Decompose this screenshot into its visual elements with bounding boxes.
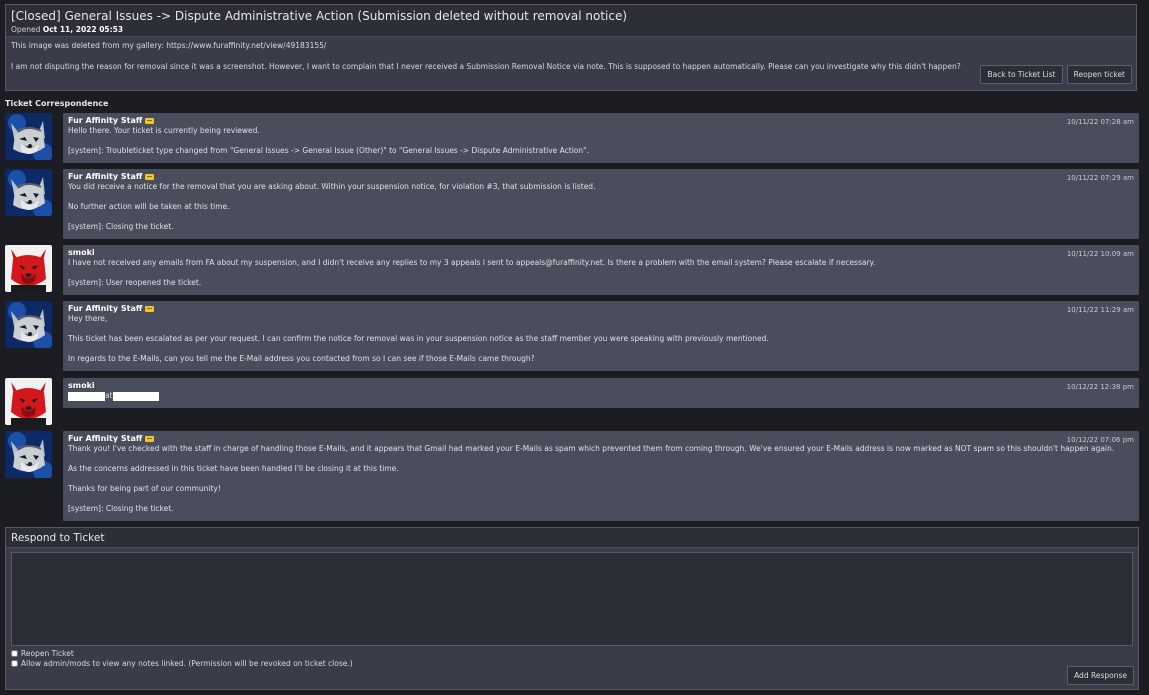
allow-notes-option[interactable]: Allow admin/mods to view any notes linke…	[11, 659, 353, 668]
message-line: As the concerns addressed in this ticket…	[68, 464, 399, 473]
correspondence-heading: Ticket Correspondence	[5, 99, 109, 108]
staff-badge-icon	[145, 306, 155, 312]
author-name[interactable]: Fur Affinity Staff	[68, 434, 142, 444]
message-date: 10/11/22 07:28 am	[1066, 118, 1134, 126]
back-to-ticket-list-button[interactable]: Back to Ticket List	[980, 65, 1063, 84]
message-date: 10/12/22 12:38 pm	[1066, 383, 1134, 391]
message-date: 10/12/22 07:06 pm	[1066, 436, 1134, 444]
message-line: [system]: Closing the ticket.	[68, 222, 174, 231]
allow-notes-label: Allow admin/mods to view any notes linke…	[21, 659, 353, 668]
reopen-ticket-option[interactable]: Reopen Ticket	[11, 649, 74, 658]
ticket-title-bar: [Closed] General Issues -> Dispute Admin…	[6, 5, 1136, 37]
response-textarea[interactable]	[11, 552, 1133, 646]
message-author: Fur Affinity Staff	[68, 434, 1134, 444]
author-name[interactable]: Fur Affinity Staff	[68, 304, 142, 314]
message-author: Fur Affinity Staff	[68, 172, 1134, 182]
message-card: Fur Affinity Staff 10/11/22 11:29 am Hey…	[63, 301, 1139, 371]
message-line: Hello there. Your ticket is currently be…	[68, 126, 260, 135]
message-author: smoki	[68, 381, 1134, 391]
message-date: 10/11/22 07:29 am	[1066, 174, 1134, 182]
add-response-button[interactable]: Add Response	[1067, 666, 1134, 685]
message-author: Fur Affinity Staff	[68, 304, 1134, 314]
ticket-body-line: This image was deleted from my gallery: …	[11, 41, 327, 50]
ticket-header: [Closed] General Issues -> Dispute Admin…	[5, 4, 1137, 91]
message-line: at	[68, 391, 1134, 401]
opened-date: Oct 11, 2022 05:53	[42, 25, 124, 34]
message-line: [system]: Closing the ticket.	[68, 504, 174, 513]
author-name[interactable]: Fur Affinity Staff	[68, 172, 142, 182]
message-line: You did receive a notice for the removal…	[68, 182, 596, 191]
correspondence-entry: Fur Affinity Staff 10/11/22 07:29 am You…	[5, 169, 1139, 239]
correspondence-entry: smoki 10/11/22 10:09 am I have not recei…	[5, 245, 1139, 295]
redacted-separator: at	[105, 391, 113, 400]
correspondence-entry: Fur Affinity Staff 10/11/22 11:29 am Hey…	[5, 301, 1139, 371]
allow-notes-checkbox[interactable]	[11, 660, 18, 667]
reopen-ticket-label: Reopen Ticket	[21, 649, 74, 658]
message-card: Fur Affinity Staff 10/12/22 07:06 pm Tha…	[63, 431, 1139, 521]
message-line: No further action will be taken at this …	[68, 202, 230, 211]
redacted-block	[112, 391, 159, 401]
respond-title: Respond to Ticket	[6, 528, 1138, 548]
message-line: [system]: User reopened the ticket.	[68, 278, 202, 287]
message-date: 10/11/22 11:29 am	[1066, 306, 1134, 314]
message-card: smoki 10/11/22 10:09 am I have not recei…	[63, 245, 1139, 295]
message-line: In regards to the E-Mails, can you tell …	[68, 354, 535, 363]
wolf-avatar-icon	[5, 113, 52, 160]
wolf-avatar-icon	[5, 431, 52, 478]
staff-badge-icon	[145, 436, 155, 442]
message-line: I have not received any emails from FA a…	[68, 258, 876, 267]
wolf-avatar-icon	[5, 169, 52, 216]
correspondence-entry: Fur Affinity Staff 10/12/22 07:06 pm Tha…	[5, 431, 1139, 521]
respond-panel: Respond to Ticket Reopen Ticket Allow ad…	[5, 527, 1139, 690]
correspondence-entry: smoki 10/12/22 12:38 pm at	[5, 378, 1139, 425]
author-name[interactable]: smoki	[68, 381, 95, 391]
message-date: 10/11/22 10:09 am	[1066, 250, 1134, 258]
author-name[interactable]: Fur Affinity Staff	[68, 116, 142, 126]
message-line: [system]: Troubleticket type changed fro…	[68, 146, 589, 155]
staff-badge-icon	[145, 118, 155, 124]
message-author: Fur Affinity Staff	[68, 116, 1134, 126]
author-name[interactable]: smoki	[68, 248, 95, 258]
opened-label: Opened	[11, 25, 41, 34]
ticket-body-line: I am not disputing the reason for remova…	[11, 62, 961, 71]
ticket-opened: Opened Oct 11, 2022 05:53	[11, 24, 1131, 35]
message-card: Fur Affinity Staff 10/11/22 07:29 am You…	[63, 169, 1139, 239]
message-line: Thank you! I've checked with the staff i…	[68, 444, 1115, 453]
message-card: Fur Affinity Staff 10/11/22 07:28 am Hel…	[63, 113, 1139, 163]
redacted-block	[68, 391, 105, 401]
staff-badge-icon	[145, 174, 155, 180]
reopen-ticket-checkbox[interactable]	[11, 650, 18, 657]
red-fox-avatar-icon	[5, 245, 52, 292]
message-card: smoki 10/12/22 12:38 pm at	[63, 378, 1139, 408]
reopen-ticket-button[interactable]: Reopen ticket	[1066, 65, 1132, 84]
message-author: smoki	[68, 248, 1134, 258]
wolf-avatar-icon	[5, 301, 52, 348]
message-line: This ticket has been escalated as per yo…	[68, 334, 769, 343]
ticket-description: This image was deleted from my gallery: …	[6, 37, 1136, 75]
message-line: Thanks for being part of our community!	[68, 484, 221, 493]
correspondence-entry: Fur Affinity Staff 10/11/22 07:28 am Hel…	[5, 113, 1139, 163]
red-fox-avatar-icon	[5, 378, 52, 425]
ticket-title: [Closed] General Issues -> Dispute Admin…	[11, 9, 628, 23]
message-line: Hey there,	[68, 314, 108, 323]
